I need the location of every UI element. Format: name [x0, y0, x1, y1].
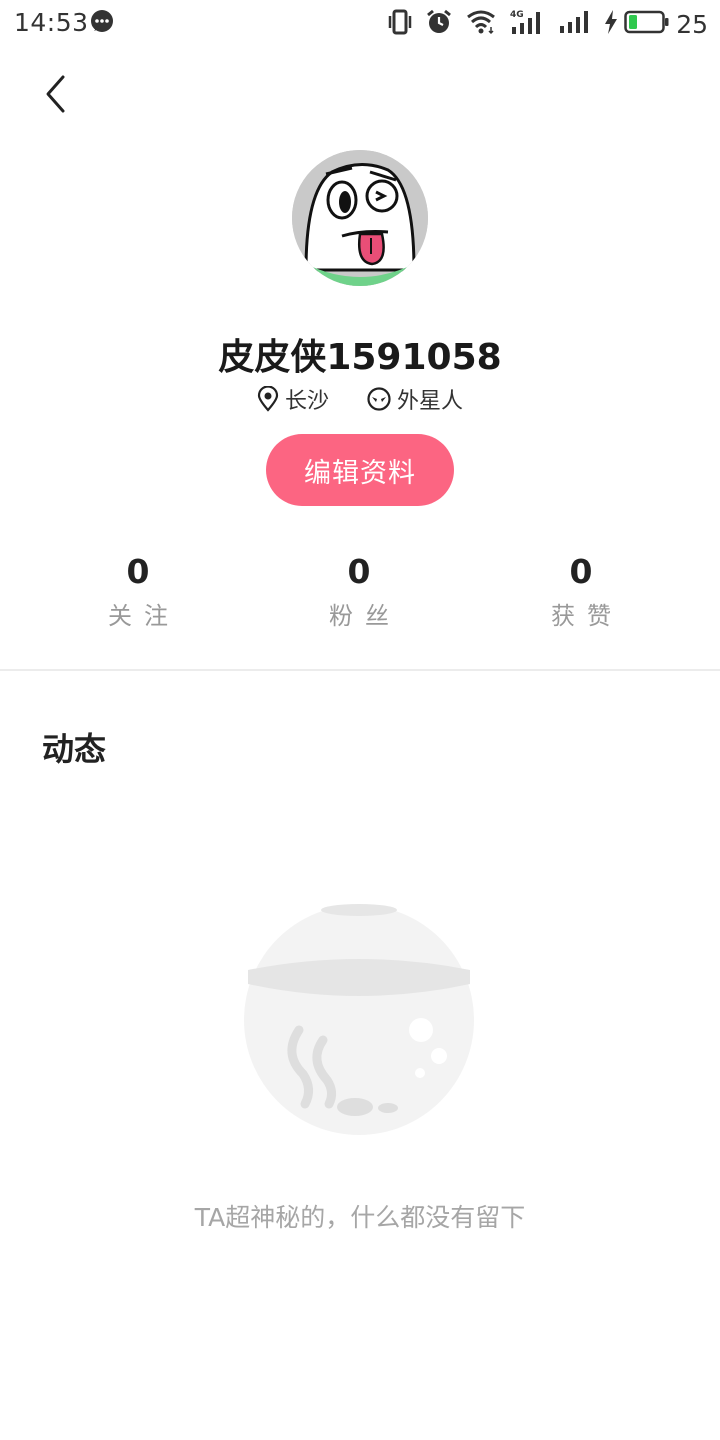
battery-percent: 25: [676, 9, 708, 39]
battery-icon: [624, 10, 670, 38]
signal-icon: [558, 9, 590, 39]
divider: [0, 669, 720, 671]
location-pin-icon: [257, 386, 279, 412]
profile-screen: 14:53 4G 25 皮皮侠1591058 长沙 外星人 编辑资料 0 关注 …: [0, 0, 720, 1440]
stat-label: 获赞: [551, 602, 623, 630]
profile-meta: 长沙 外星人: [0, 383, 720, 415]
alarm-icon: [426, 9, 452, 39]
stat-value: 0: [126, 552, 150, 591]
stat-label: 关注: [108, 602, 180, 630]
feed-section-title: 动态: [42, 730, 107, 768]
empty-state-text: TA超神秘的，什么都没有留下: [194, 1203, 526, 1232]
stats-row: 0 关注 0 粉丝 0 获赞: [0, 548, 720, 638]
stat-value: 0: [569, 552, 593, 591]
username: 皮皮侠1591058: [218, 337, 502, 378]
wifi-icon: [466, 9, 496, 39]
stat-label: 粉丝: [329, 602, 401, 630]
edit-profile-button[interactable]: 编辑资料: [266, 434, 454, 506]
location-text: 长沙: [284, 389, 329, 414]
vibrate-icon: [388, 9, 412, 39]
stat-following[interactable]: 0 关注: [68, 548, 208, 636]
status-time: 14:53: [14, 8, 89, 37]
stat-likes[interactable]: 0 获赞: [511, 548, 651, 636]
empty-fishbowl-illustration: [243, 904, 475, 1136]
location: 长沙: [257, 383, 329, 415]
charging-icon: [604, 9, 618, 39]
back-button[interactable]: [34, 70, 78, 118]
alien-icon: [367, 387, 391, 411]
status-icons: 4G 25: [374, 6, 708, 42]
message-icon: [89, 9, 115, 35]
svg-text:4G: 4G: [510, 10, 524, 20]
chevron-left-icon: [46, 75, 65, 113]
signal-4g-icon: 4G: [510, 8, 544, 40]
stat-value: 0: [347, 552, 371, 591]
stat-followers[interactable]: 0 粉丝: [289, 548, 429, 636]
avatar[interactable]: [292, 150, 428, 286]
status-bar: 14:53 4G 25: [0, 0, 720, 48]
identity-text: 外星人: [397, 389, 464, 414]
identity: 外星人: [367, 383, 463, 415]
